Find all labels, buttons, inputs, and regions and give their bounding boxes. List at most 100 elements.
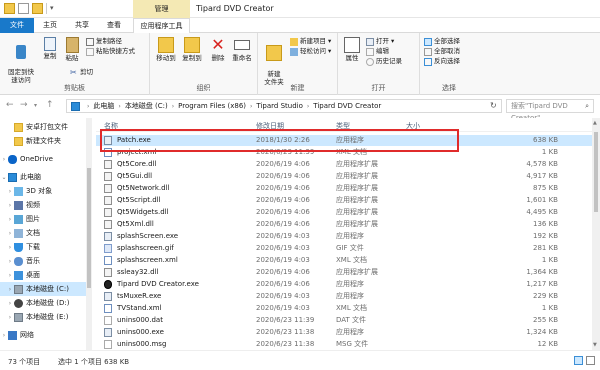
chevron-right-icon[interactable]: ›: [6, 286, 14, 293]
properties-button[interactable]: 属性: [342, 37, 362, 62]
chevron-right-icon[interactable]: ›: [6, 300, 14, 307]
table-row[interactable]: Qt5Network.dll 2020/6/19 4:06 应用程序扩展 875 KB: [96, 183, 592, 194]
nav-item[interactable]: › 本地磁盘 (E:): [0, 310, 92, 324]
chevron-right-icon[interactable]: ›: [6, 216, 14, 223]
chevron-right-icon[interactable]: ›: [0, 332, 8, 339]
table-row[interactable]: Qt5Gui.dll 2020/6/19 4:06 应用程序扩展 4,917 KB: [96, 171, 592, 182]
table-row[interactable]: Tipard DVD Creator.exe 2020/6/19 4:06 应用程序…: [96, 279, 592, 290]
chevron-right-icon[interactable]: ›: [6, 188, 14, 195]
nav-item[interactable]: › 下载: [0, 240, 92, 254]
address-box[interactable]: › 此电脑 › 本地磁盘 (C:) › Program Files (x86) …: [66, 99, 502, 113]
nav-item-this-pc[interactable]: ⌄ 此电脑: [0, 170, 92, 184]
tab-view[interactable]: 查看: [100, 18, 128, 33]
table-row[interactable]: unins000.msg 2020/6/23 11:38 MSG 文件 12 KB: [96, 339, 592, 350]
table-row[interactable]: splashscreen.gif 2020/6/19 4:03 GIF 文件 281 …: [96, 243, 592, 254]
selection-info: 选中 1 个项目 638 KB: [58, 358, 130, 366]
large-icons-view-icon[interactable]: [586, 356, 595, 365]
new-folder-button[interactable]: 新建 文件夹: [262, 37, 286, 86]
nav-item-network[interactable]: › 网络: [0, 328, 92, 342]
nav-item[interactable]: › 3D 对象: [0, 184, 92, 198]
tab-share[interactable]: 共享: [68, 18, 96, 33]
recent-locations-chevron-icon[interactable]: ▾: [34, 102, 37, 109]
select-all-button[interactable]: 全部选择: [424, 37, 460, 46]
nav-item[interactable]: 新建文件夹: [0, 134, 92, 148]
refresh-icon[interactable]: ↻: [490, 101, 497, 110]
manage-tab[interactable]: 管理: [133, 0, 190, 18]
tab-app-tools[interactable]: 应用程序工具: [133, 18, 190, 33]
pin-quick-access-button[interactable]: 固定到快 速访问: [4, 37, 38, 84]
properties-quick-icon[interactable]: [18, 3, 29, 14]
cut-button[interactable]: ✂ 剪切: [70, 68, 93, 77]
chevron-down-icon[interactable]: ⌄: [0, 174, 8, 181]
up-arrow-icon[interactable]: ↑: [46, 100, 54, 110]
invert-selection-button[interactable]: 反向选择: [424, 57, 460, 66]
chevron-right-icon[interactable]: ›: [6, 202, 14, 209]
nav-scrollbar-thumb[interactable]: [87, 168, 91, 288]
chevron-right-icon[interactable]: ›: [0, 156, 8, 163]
nav-item[interactable]: › 桌面: [0, 268, 92, 282]
details-view-icon[interactable]: [574, 356, 583, 365]
breadcrumb-item[interactable]: Tipard Studio: [256, 102, 302, 110]
delete-button[interactable]: ✕ 删除: [208, 37, 228, 63]
file-type: 应用程序扩展: [336, 208, 378, 216]
table-row[interactable]: tsMuxeR.exe 2020/6/19 4:03 应用程序 229 KB: [96, 291, 592, 302]
nav-item[interactable]: › 文档: [0, 226, 92, 240]
file-size: 4,578 KB: [526, 160, 558, 168]
nav-item[interactable]: 安卓打包文件: [0, 120, 92, 134]
table-row[interactable]: splashScreen.exe 2020/6/19 4:03 应用程序 192 KB: [96, 231, 592, 242]
file-list-scrollbar-thumb[interactable]: [594, 132, 598, 212]
scroll-down-icon[interactable]: ▼: [593, 342, 597, 348]
table-row[interactable]: Qt5Core.dll 2020/6/19 4:06 应用程序扩展 4,578 KB: [96, 159, 592, 170]
nav-item[interactable]: › 图片: [0, 212, 92, 226]
pc-icon: [71, 101, 80, 111]
chevron-right-icon[interactable]: ›: [6, 230, 14, 237]
chevron-right-icon[interactable]: ›: [6, 272, 14, 279]
nav-item[interactable]: › 本地磁盘 (D:): [0, 296, 92, 310]
new-folder-quick-icon[interactable]: [32, 3, 43, 14]
nav-item-onedrive[interactable]: › OneDrive: [0, 152, 92, 166]
chevron-right-icon[interactable]: ›: [6, 314, 14, 321]
select-none-button[interactable]: 全部取消: [424, 47, 460, 56]
dll-file-icon: [104, 220, 112, 229]
file-type: 应用程序: [336, 232, 364, 240]
copy-to-button[interactable]: 复制到: [180, 37, 204, 62]
nav-item[interactable]: › 音乐: [0, 254, 92, 268]
breadcrumb-item[interactable]: Program Files (x86): [178, 102, 246, 110]
copy-button[interactable]: 复制: [40, 37, 60, 60]
file-list-scrollbar[interactable]: ▲ ▼: [592, 118, 600, 350]
copy-path-button[interactable]: 复制路径: [86, 37, 122, 46]
forward-arrow-icon[interactable]: →: [20, 100, 28, 110]
file-size: 1 KB: [541, 304, 558, 312]
search-input[interactable]: 搜索"Tipard DVD Creator" ⌕: [506, 99, 594, 122]
chevron-right-icon[interactable]: ›: [6, 258, 14, 265]
tab-file[interactable]: 文件: [0, 18, 34, 33]
nav-scrollbar[interactable]: [86, 118, 92, 350]
nav-item[interactable]: › 视频: [0, 198, 92, 212]
tab-home[interactable]: 主页: [36, 18, 64, 33]
rename-button[interactable]: 重命名: [230, 37, 254, 62]
open-button[interactable]: 打开 ▾: [366, 37, 394, 46]
breadcrumb-item[interactable]: 本地磁盘 (C:): [125, 101, 168, 111]
new-item-button[interactable]: 新建项目 ▾: [290, 37, 331, 46]
table-row[interactable]: TVStand.xml 2020/6/19 4:03 XML 文档 1 KB: [96, 303, 592, 314]
easy-access-button[interactable]: 轻松访问 ▾: [290, 47, 331, 56]
table-row[interactable]: Qt5Widgets.dll 2020/6/19 4:06 应用程序扩展 4,495 …: [96, 207, 592, 218]
paste-button[interactable]: 粘贴: [62, 37, 82, 62]
table-row[interactable]: unins000.exe 2020/6/23 11:38 应用程序 1,324 KB: [96, 327, 592, 338]
scroll-up-icon[interactable]: ▲: [593, 120, 597, 126]
move-to-button[interactable]: 移动到: [154, 37, 178, 62]
history-button[interactable]: 历史记录: [366, 57, 402, 66]
nav-item-drive-c[interactable]: › 本地磁盘 (C:): [0, 282, 92, 296]
table-row[interactable]: unins000.dat 2020/6/23 11:39 DAT 文件 255 KB: [96, 315, 592, 326]
table-row[interactable]: Qt5Script.dll 2020/6/19 4:06 应用程序扩展 1,601 K…: [96, 195, 592, 206]
breadcrumb-item[interactable]: Tipard DVD Creator: [313, 102, 381, 110]
breadcrumb-item[interactable]: 此电脑: [93, 101, 114, 111]
table-row[interactable]: Qt5Xml.dll 2020/6/19 4:06 应用程序扩展 136 KB: [96, 219, 592, 230]
back-arrow-icon[interactable]: ←: [6, 100, 14, 110]
table-row[interactable]: ssleay32.dll 2020/6/19 4:06 应用程序扩展 1,364 KB: [96, 267, 592, 278]
edit-button[interactable]: 编辑: [366, 47, 389, 56]
paste-shortcut-button[interactable]: 粘贴快捷方式: [86, 47, 135, 56]
chevron-right-icon[interactable]: ›: [6, 244, 14, 251]
table-row[interactable]: splashscreen.xml 2020/6/19 4:03 XML 文档 1 KB: [96, 255, 592, 266]
chevron-down-icon[interactable]: ▾: [50, 3, 54, 14]
